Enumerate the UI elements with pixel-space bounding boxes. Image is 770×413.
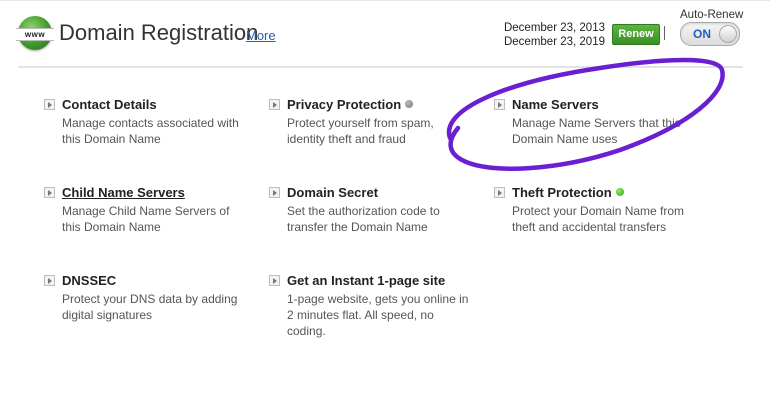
item-child-name-servers[interactable]: Child Name Servers Manage Child Name Ser… <box>44 185 244 245</box>
item-description: Protect yourself from spam, identity the… <box>287 116 434 146</box>
item-contact-details[interactable]: Contact Details Manage contacts associat… <box>44 97 244 157</box>
item-description: Manage Name Servers that this Domain Nam… <box>512 116 681 146</box>
item-description: Manage contacts associated with this Dom… <box>62 116 239 146</box>
item-description: 1-page website, gets you online in 2 min… <box>287 292 469 338</box>
status-gray-dot-icon <box>405 100 414 108</box>
item-description: Set the authorization code to transfer t… <box>287 204 440 234</box>
expand-arrow-icon <box>44 99 55 110</box>
item-dnssec[interactable]: DNSSEC Protect your DNS data by adding d… <box>44 273 244 333</box>
expand-arrow-icon <box>269 99 280 110</box>
item-description: Manage Child Name Servers of this Domain… <box>62 204 230 234</box>
settings-grid: Contact Details Manage contacts associat… <box>0 0 770 413</box>
item-title[interactable]: Contact Details <box>62 97 157 112</box>
expand-arrow-icon <box>44 275 55 286</box>
expand-arrow-icon <box>269 187 280 198</box>
expand-arrow-icon <box>269 275 280 286</box>
item-description: Protect your Domain Name from theft and … <box>512 204 685 234</box>
item-title[interactable]: Domain Secret <box>287 185 378 200</box>
expand-arrow-icon <box>494 99 505 110</box>
status-green-dot-icon <box>615 188 624 196</box>
item-title[interactable]: Get an Instant 1-page site <box>287 273 445 288</box>
item-description: Protect your DNS data by adding digital … <box>62 292 238 322</box>
item-title: Theft Protection <box>512 185 612 200</box>
expand-arrow-icon <box>494 187 505 198</box>
item-theft-protection[interactable]: Theft Protection Protect your Domain Nam… <box>494 185 694 245</box>
item-privacy-protection[interactable]: Privacy Protection Protect yourself from… <box>269 97 469 157</box>
item-title[interactable]: DNSSEC <box>62 273 116 288</box>
expand-arrow-icon <box>44 187 55 198</box>
item-title: Privacy Protection <box>287 97 402 112</box>
item-title[interactable]: Child Name Servers <box>62 185 185 200</box>
item-instant-site[interactable]: Get an Instant 1-page site 1-page websit… <box>269 273 469 349</box>
item-name-servers[interactable]: Name Servers Manage Name Servers that th… <box>494 97 694 157</box>
item-title-wrap[interactable]: Theft Protection <box>512 185 624 200</box>
item-title[interactable]: Name Servers <box>512 97 599 112</box>
item-title-wrap[interactable]: Privacy Protection <box>287 97 414 112</box>
item-domain-secret[interactable]: Domain Secret Set the authorization code… <box>269 185 469 245</box>
